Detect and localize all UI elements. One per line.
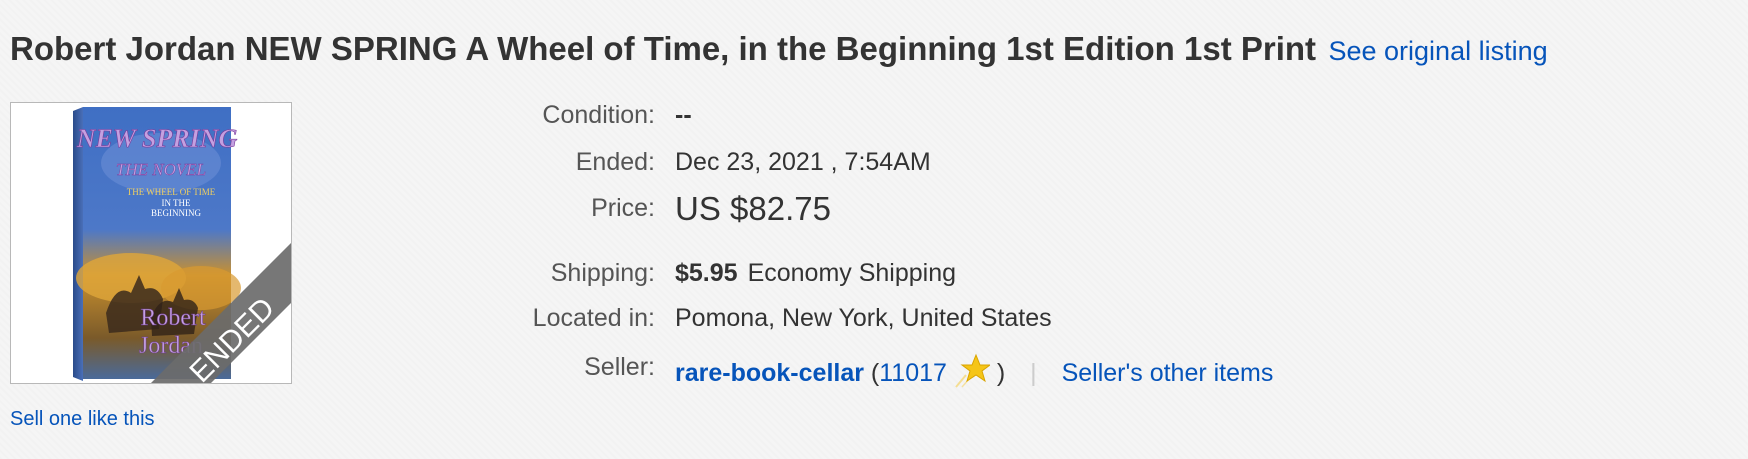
ended-label: Ended: [575,148,655,176]
shooting-star-icon [955,353,990,388]
cover-title-line2: THE NOVEL [116,160,206,179]
price-label: Price: [591,194,655,222]
seller-name-link[interactable]: rare-book-cellar [675,359,864,387]
shipping-cost: $5.95 [675,259,738,287]
feedback-open-paren: ( [870,359,880,387]
condition-label: Condition: [542,101,655,129]
location-label: Located in: [532,304,655,332]
separator: | [1030,359,1037,387]
see-original-listing-link[interactable]: See original listing [1328,36,1547,66]
shipping-service: Economy Shipping [747,259,957,287]
book-cover-image: NEW SPRING THE NOVEL THE WHEEL OF TIME I… [73,107,291,383]
location-value: Pomona, New York, United States [675,304,1052,332]
cover-title-line1: NEW SPRING [76,124,238,153]
cover-subtitle-line3: BEGINNING [151,208,201,218]
cover-author-line1: Robert [140,305,206,331]
cover-subtitle-line1: THE WHEEL OF TIME [127,187,216,197]
seller-label: Seller: [584,353,655,381]
cover-subtitle-line2: IN THE [161,198,191,208]
sell-one-like-this-link[interactable]: Sell one like this [10,408,155,431]
item-thumbnail[interactable]: NEW SPRING THE NOVEL THE WHEEL OF TIME I… [10,102,292,384]
sellers-other-items-link[interactable]: Seller's other items [1062,359,1274,387]
feedback-score-link[interactable]: 11017 [879,359,947,387]
listing-title: Robert Jordan NEW SPRING A Wheel of Time… [10,30,1317,67]
title-row: Robert Jordan NEW SPRING A Wheel of Time… [10,30,1548,68]
feedback-close-paren: ) [996,359,1006,387]
shipping-value: $5.95 Economy Shipping [675,259,956,288]
shipping-label: Shipping: [550,259,655,287]
price-value: US $82.75 [675,190,831,227]
condition-value: -- [675,101,692,129]
ended-value: Dec 23, 2021 , 7:54AM [675,148,931,176]
seller-info: rare-book-cellar (11017 ) | Seller's oth… [675,353,1273,389]
